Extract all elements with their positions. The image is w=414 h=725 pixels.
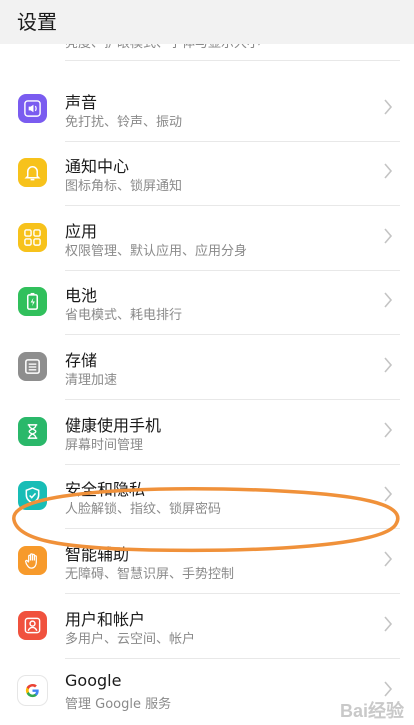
chevron-right-icon: [384, 228, 393, 244]
apps-grid-icon: [18, 223, 47, 252]
divider: [65, 60, 400, 61]
settings-item-title: 声音: [65, 93, 98, 112]
chevron-right-icon: [384, 616, 393, 632]
divider: [65, 334, 400, 335]
settings-item-security[interactable]: 安全和隐私 人脸解锁、指纹、锁屏密码: [0, 465, 414, 529]
divider: [65, 528, 400, 529]
settings-item-title: 智能辅助: [65, 545, 130, 564]
top-bar: 设置: [0, 0, 414, 44]
settings-item-sound[interactable]: 声音 免打扰、铃声、振动: [0, 78, 414, 142]
settings-item-subtitle: 管理 Google 服务: [65, 697, 172, 712]
settings-item-subtitle: 省电模式、耗电排行: [65, 308, 183, 323]
divider: [65, 658, 400, 659]
chevron-right-icon: [384, 422, 393, 438]
divider: [65, 205, 400, 206]
chevron-right-icon: [384, 486, 393, 502]
settings-item-title: 通知中心: [65, 157, 130, 176]
divider: [65, 399, 400, 400]
shield-icon: [18, 481, 47, 510]
settings-item-title: 电池: [65, 286, 98, 305]
watermark-logo: Bai经验: [339, 701, 404, 721]
speaker-icon: [18, 94, 47, 123]
settings-item-notifications[interactable]: 通知中心 图标角标、锁屏通知: [0, 142, 414, 206]
chevron-right-icon: [384, 99, 393, 115]
battery-icon: [18, 287, 47, 316]
hand-icon: [18, 546, 47, 575]
settings-item-title: 应用: [65, 222, 98, 241]
settings-item-subtitle: 无障碍、智慧识屏、手势控制: [65, 567, 235, 582]
chevron-right-icon: [384, 681, 393, 697]
bell-icon: [18, 158, 47, 187]
settings-item-subtitle: 人脸解锁、指纹、锁屏密码: [65, 502, 222, 517]
settings-item-subtitle: 清理加速: [65, 373, 118, 388]
settings-item-title: 存储: [65, 351, 98, 370]
settings-item-accounts[interactable]: 用户和帐户 多用户、云空间、帐户: [0, 595, 414, 659]
settings-item-accessibility[interactable]: 智能辅助 无障碍、智慧识屏、手势控制: [0, 530, 414, 594]
settings-item-title: 健康使用手机: [65, 416, 162, 435]
settings-item-apps[interactable]: 应用 权限管理、默认应用、应用分身: [0, 207, 414, 271]
google-icon: [18, 676, 47, 705]
chevron-right-icon: [384, 292, 393, 308]
chevron-right-icon: [384, 163, 393, 179]
settings-item-subtitle: 权限管理、默认应用、应用分身: [65, 244, 248, 259]
user-icon: [18, 611, 47, 640]
settings-item-storage[interactable]: 存储 清理加速: [0, 336, 414, 400]
chevron-right-icon: [384, 357, 393, 373]
storage-icon: [18, 352, 47, 381]
settings-item-subtitle: 免打扰、铃声、振动: [65, 115, 183, 130]
chevron-right-icon: [384, 551, 393, 567]
settings-item-title: Google: [65, 671, 122, 690]
settings-item-title: 用户和帐户: [65, 610, 146, 629]
page-title: 设置: [17, 10, 57, 34]
settings-item-digital-balance[interactable]: 健康使用手机 屏幕时间管理: [0, 401, 414, 465]
hourglass-icon: [18, 417, 47, 446]
settings-item-title: 安全和隐私: [65, 480, 146, 499]
settings-item-battery[interactable]: 电池 省电模式、耗电排行: [0, 271, 414, 335]
settings-item-subtitle: 多用户、云空间、帐户: [65, 632, 196, 647]
settings-item-subtitle: 图标角标、锁屏通知: [65, 179, 183, 194]
divider: [65, 593, 400, 594]
settings-item-subtitle: 屏幕时间管理: [65, 438, 144, 453]
